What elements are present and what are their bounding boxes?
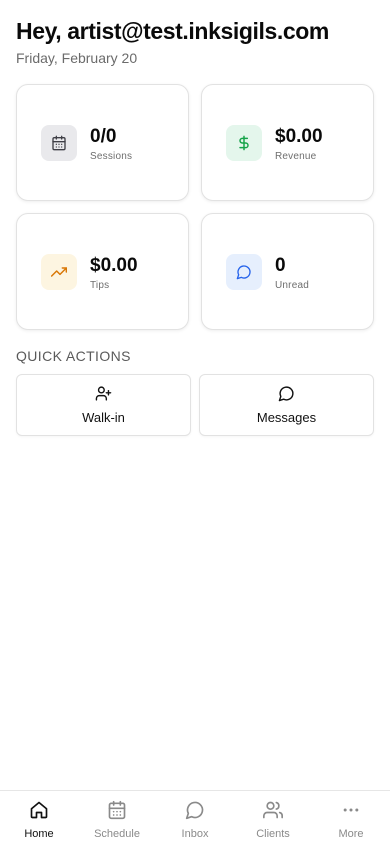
calendar-icon: [41, 125, 77, 161]
messages-label: Messages: [256, 410, 317, 425]
page-title: Hey, artist@test.inksigils.com: [16, 18, 329, 44]
stat-card-unread[interactable]: 0 Unread: [201, 213, 374, 330]
stat-label: Sessions: [90, 151, 133, 162]
stat-card-sessions[interactable]: 0/0 Sessions: [16, 84, 189, 201]
stat-card-tips[interactable]: $0.00 Tips: [16, 213, 189, 330]
quick-actions-heading: QUICK ACTIONS: [16, 348, 131, 364]
walk-in-button[interactable]: Walk-in: [16, 374, 191, 436]
message-circle-icon: [226, 254, 262, 290]
stat-value: 0: [275, 255, 286, 276]
stat-label: Tips: [90, 280, 110, 291]
calendar-icon: [107, 800, 127, 825]
stat-card-revenue[interactable]: $0.00 Revenue: [201, 84, 374, 201]
message-circle-icon: [185, 800, 205, 825]
tab-label: Schedule: [94, 828, 140, 840]
stat-value: $0.00: [90, 255, 138, 276]
tab-more[interactable]: More: [312, 791, 390, 844]
bottom-tab-bar: Home Schedule Inbox Clients More: [0, 790, 390, 844]
stat-value: 0/0: [90, 126, 117, 147]
tab-schedule[interactable]: Schedule: [78, 791, 156, 844]
tab-label: Inbox: [181, 828, 209, 840]
stat-label: Unread: [275, 280, 309, 291]
tab-clients[interactable]: Clients: [234, 791, 312, 844]
stat-value: $0.00: [275, 126, 323, 147]
stat-label: Revenue: [275, 151, 317, 162]
home-icon: [29, 800, 49, 825]
messages-button[interactable]: Messages: [199, 374, 374, 436]
message-circle-icon: [278, 385, 295, 407]
user-plus-icon: [95, 385, 112, 407]
date-subtitle: Friday, February 20: [16, 50, 138, 66]
dollar-icon: [226, 125, 262, 161]
walk-in-label: Walk-in: [82, 410, 125, 425]
more-horizontal-icon: [341, 800, 361, 825]
tab-home[interactable]: Home: [0, 791, 78, 844]
tab-label: Home: [24, 828, 54, 840]
tab-label: More: [338, 828, 364, 840]
tab-label: Clients: [256, 828, 290, 840]
trending-up-icon: [41, 254, 77, 290]
users-icon: [263, 800, 283, 825]
tab-inbox[interactable]: Inbox: [156, 791, 234, 844]
